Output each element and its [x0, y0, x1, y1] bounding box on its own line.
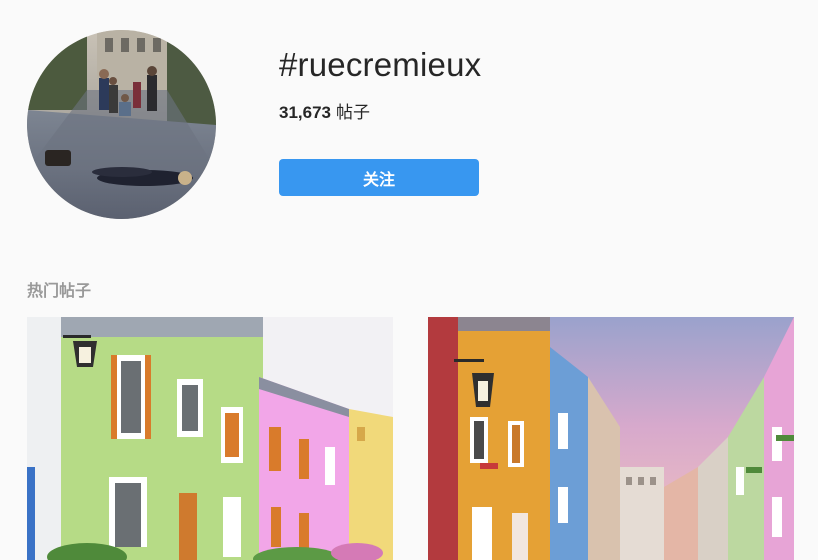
hashtag-title: #ruecremieux	[279, 46, 482, 83]
follow-button[interactable]: 关注	[279, 159, 479, 196]
top-post-1[interactable]	[27, 317, 393, 560]
hashtag-avatar	[27, 30, 216, 219]
post-count: 31,673 帖子	[279, 98, 370, 123]
top-post-2[interactable]	[428, 317, 794, 560]
top-posts-heading: 热门帖子	[27, 283, 92, 300]
post-count-unit: 帖子	[336, 103, 370, 122]
post-count-number: 31,673	[279, 103, 331, 122]
